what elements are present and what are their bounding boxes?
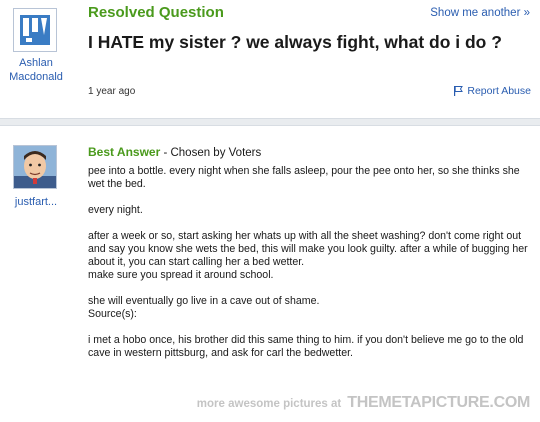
sources-label: Source(s):	[88, 308, 137, 320]
answerer-username-link[interactable]: justfart...	[6, 195, 66, 209]
show-another-link[interactable]: Show me another »	[430, 7, 530, 19]
best-answer-header: Best Answer - Chosen by Voters	[88, 145, 261, 159]
flag-icon	[454, 86, 464, 96]
question-title: I HATE my sister ? we always fight, what…	[88, 32, 502, 52]
section-divider	[0, 118, 540, 126]
answer-paragraph: she will eventually go live in a cave ou…	[88, 295, 320, 307]
best-answer-label: Best Answer	[88, 145, 161, 159]
answer-paragraph: pee into a bottle. every night when she …	[88, 165, 520, 190]
answer-paragraph: every night.	[88, 204, 143, 216]
resolved-question-label: Resolved Question	[88, 4, 224, 21]
watermark-brand: THEMETAPICTURE.COM	[347, 394, 530, 411]
source-text: i met a hobo once, his brother did this …	[88, 334, 524, 359]
report-abuse-label: Report Abuse	[467, 85, 531, 97]
report-abuse-link[interactable]: Report Abuse	[453, 85, 531, 97]
watermark-text: more awesome pictures at	[196, 398, 342, 410]
answer-paragraph: make sure you spread it around school.	[88, 269, 274, 281]
answer-paragraph: after a week or so, start asking her wha…	[88, 230, 528, 268]
question-section: Ashlan Macdonald Resolved Question Show …	[0, 0, 540, 118]
default-avatar-icon	[14, 9, 56, 51]
question-age: 1 year ago	[88, 86, 136, 97]
answerer-avatar[interactable]	[13, 145, 57, 189]
answer-body: pee into a bottle. every night when she …	[88, 165, 528, 360]
asker-avatar[interactable]	[13, 8, 57, 52]
watermark-footer: more awesome pictures at THEMETAPICTURE.…	[196, 394, 531, 412]
asker-username-link[interactable]: Ashlan Macdonald	[6, 56, 66, 84]
chosen-by-label: - Chosen by Voters	[160, 147, 262, 159]
cartoon-face-avatar-icon	[14, 146, 56, 188]
